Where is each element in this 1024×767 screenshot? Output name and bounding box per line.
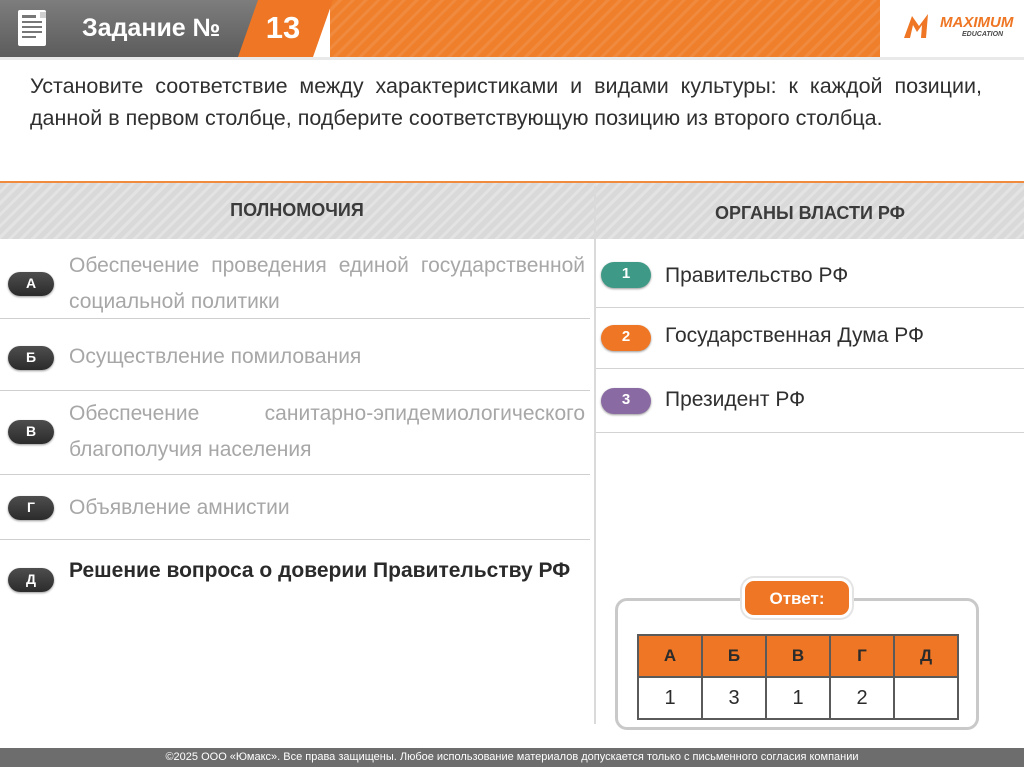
document-icon [18, 10, 46, 46]
row-divider [0, 539, 590, 540]
question-text: Установите соответствие между характерис… [30, 74, 982, 130]
answer-header-a: А [637, 634, 703, 678]
answer-label: Ответ: [742, 578, 852, 618]
answer-header-v: В [765, 634, 831, 678]
option-divider [596, 368, 1024, 369]
row-divider [0, 390, 590, 391]
option-badge-1: 1 [601, 262, 651, 288]
copyright-footer: ©2025 ООО «Юмакс». Все права защищены. Л… [0, 748, 1024, 767]
answer-cell-d[interactable] [893, 676, 959, 720]
row-divider [0, 318, 590, 319]
answer-cell-b[interactable]: 3 [701, 676, 767, 720]
header-divider [0, 57, 1024, 60]
slide-header: Задание № 13 MAXIMUM EDUCATION [0, 0, 1024, 60]
letter-badge-v: В [8, 420, 54, 444]
item-text-d: Решение вопроса о доверии Правительству … [69, 559, 571, 582]
task-title: Задание № [82, 14, 221, 42]
item-text-g: Объявление амнистии [69, 496, 290, 519]
maximum-logo: MAXIMUM EDUCATION [900, 8, 1014, 46]
copyright-text: ©2025 ООО «Юмакс». Все права защищены. Л… [165, 751, 859, 763]
letter-badge-b: Б [8, 346, 54, 370]
task-number: 13 [265, 10, 301, 45]
column-divider [594, 186, 596, 724]
letter-badge-g: Г [8, 496, 54, 520]
item-text-b: Осуществление помилования [69, 345, 362, 368]
item-text-a: Обеспечение проведения единой государств… [69, 254, 585, 313]
column-header-right: ОРГАНЫ ВЛАСТИ РФ [714, 203, 906, 223]
answer-header-d: Д [893, 634, 959, 678]
answer-cell-v[interactable]: 1 [765, 676, 831, 720]
answer-table: А Б В Г Д 1 3 1 2 [637, 634, 959, 720]
option-badge-3: 3 [601, 388, 651, 414]
answer-cell-g[interactable]: 2 [829, 676, 895, 720]
option-text-1: Правительство РФ [665, 264, 849, 287]
logo-subtext: EDUCATION [962, 31, 1004, 38]
answer-header-b: Б [701, 634, 767, 678]
option-text-2: Государственная Дума РФ [665, 324, 924, 347]
header-orange-band [330, 0, 880, 57]
option-text-3: Президент РФ [665, 388, 806, 411]
letter-badge-d: Д [8, 568, 54, 592]
letter-badge-a: А [8, 272, 54, 296]
column-header-left: ПОЛНОМОЧИЯ [230, 200, 364, 220]
option-divider [596, 307, 1024, 308]
logo-mark-icon [904, 14, 928, 38]
option-divider [596, 432, 1024, 433]
item-text-v: Обеспечение санитарно-эпидемиологическог… [69, 402, 585, 461]
answer-cell-a[interactable]: 1 [637, 676, 703, 720]
option-badge-2: 2 [601, 325, 651, 351]
row-divider [0, 474, 590, 475]
logo-text: MAXIMUM [940, 14, 1014, 31]
answer-header-g: Г [829, 634, 895, 678]
